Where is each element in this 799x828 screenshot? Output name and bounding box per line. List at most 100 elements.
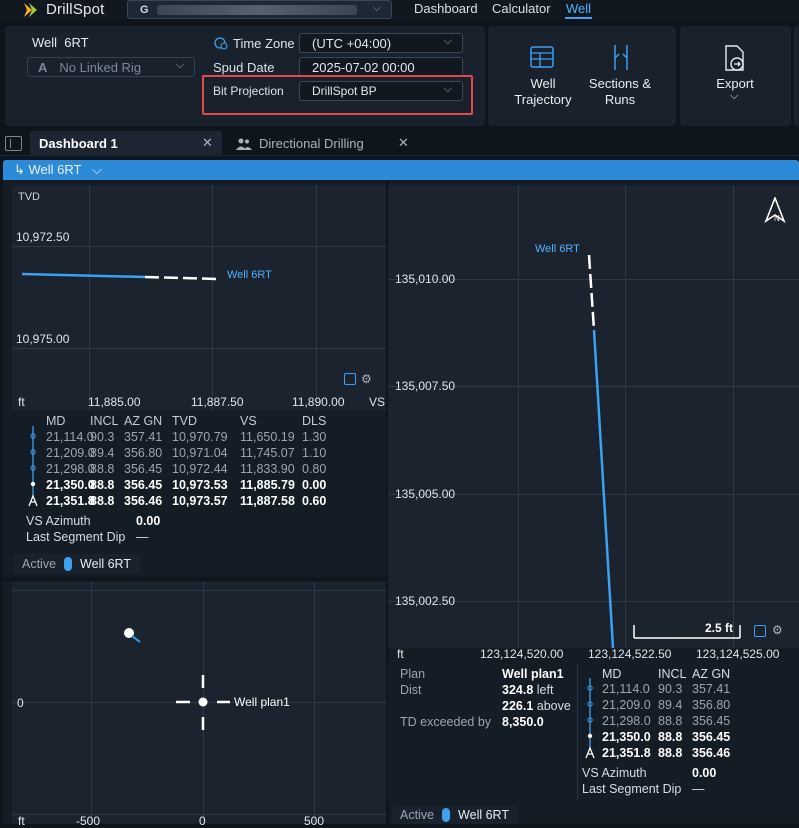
table-cell: 10,973.57 <box>172 494 228 508</box>
spud-date-input[interactable]: 2025-07-02 00:00 <box>299 57 463 77</box>
extra-card-edge <box>794 26 799 126</box>
y-tick: 0 <box>17 696 24 710</box>
y-tick: 135,002.50 <box>395 594 456 608</box>
table-cell: 1.10 <box>302 446 327 460</box>
close-icon[interactable]: ✕ <box>202 135 213 151</box>
panel-divider[interactable] <box>3 577 386 581</box>
globe-clock-icon <box>214 37 228 50</box>
table-row: 21,350.0 88.8 356.45 <box>602 729 730 745</box>
table-cell: 21,114.0 <box>602 682 650 696</box>
x-tick: 123,124,525.00 <box>696 647 780 661</box>
table-cell: 0.80 <box>302 462 327 476</box>
table-cell: 10,972.44 <box>172 462 228 476</box>
nav-active-indicator <box>565 17 592 19</box>
table-cell: 0.00 <box>302 478 327 492</box>
table-cell: 21,350.0 <box>602 730 651 744</box>
chevron-down-icon: ⌵ <box>175 59 184 71</box>
well-trajectory-button[interactable]: Well Trajectory <box>508 44 578 108</box>
y-tick: 10,975.00 <box>16 332 70 346</box>
well-name: 6RT <box>64 35 89 50</box>
table-cell: 90.3 <box>90 430 115 444</box>
table-cell: 21,209.0 <box>602 698 651 712</box>
td-exceeded-value: 8,350.0 <box>502 715 544 729</box>
linked-rig-select[interactable]: A No Linked Rig ⌵ <box>27 57 195 77</box>
x-tick: 11,890.00 <box>292 395 345 409</box>
well-title: Well 6RT <box>32 35 89 50</box>
y-tick: 135,007.50 <box>395 379 456 393</box>
table-cell: 21,351.8 <box>46 494 95 508</box>
scale-label: 2.5 ft <box>705 621 734 635</box>
well-selector-bar[interactable]: ↳ Well 6RT ⌵ <box>3 160 799 180</box>
active-label: Active <box>400 808 435 822</box>
table-cell: 21,114.0 <box>46 430 94 444</box>
survey-rows-left: 21,114.090.3 357.41 10,970.79 11,650.19 1.30… <box>46 429 326 509</box>
export-button[interactable]: Export ⌵ <box>700 44 770 108</box>
table-cell: 1.30 <box>302 430 327 444</box>
spud-date-label: Spud Date <box>213 60 275 75</box>
chart-settings-icon[interactable] <box>754 625 766 637</box>
app-name: DrillSpot <box>46 1 105 18</box>
sidebar-toggle-icon[interactable] <box>5 136 22 151</box>
x-tick: 123,124,522.50 <box>588 647 672 661</box>
chevron-down-icon: ⌵ <box>730 90 739 102</box>
table-cell: 11,650.19 <box>240 430 295 444</box>
anti-collision-plot[interactable]: Well plan1 0 ft -500 0 500 <box>12 582 386 828</box>
gear-icon[interactable]: ⚙ <box>361 372 372 386</box>
survey-path-icon <box>28 426 38 507</box>
x-unit-label: ft <box>397 647 404 661</box>
tvd-vs-plot[interactable]: TVD 10,972.50 10,975.00 Well 6RT ft 11,8… <box>12 185 386 410</box>
projection-line <box>587 254 596 331</box>
table-cell: 11,885.79 <box>240 478 295 492</box>
vs-azimuth-value: 0.00 <box>692 766 717 780</box>
x-tick: 11,885.00 <box>88 395 141 409</box>
table-cell: 356.45 <box>124 462 163 476</box>
app-logo[interactable]: DrillSpot <box>24 0 104 19</box>
table-row: 21,351.888.8 356.46 10,973.57 11,887.58 0.60 <box>46 493 326 509</box>
active-well-chip-left[interactable]: Active Well 6RT <box>14 554 140 574</box>
tvd-trajectory-chart <box>21 272 219 281</box>
active-well-name: Well 6RT <box>80 557 131 571</box>
close-icon[interactable]: ✕ <box>398 135 409 151</box>
active-well-chip-right[interactable]: Active Well 6RT <box>392 806 518 824</box>
last-segment-dip-label: Last Segment Dip <box>582 782 682 796</box>
vs-azimuth-label: VS Azimuth <box>582 766 647 780</box>
nav-well[interactable]: Well <box>566 1 591 16</box>
table-cell: 356.80 <box>124 446 163 460</box>
sections-runs-button[interactable]: Sections & Runs <box>584 44 656 108</box>
y-tick: 10,972.50 <box>16 230 70 244</box>
dist-left: 324.8 left <box>502 683 554 697</box>
table-cell: 356.46 <box>692 746 731 760</box>
export-file-icon <box>725 45 744 71</box>
chevron-down-icon: ⌵ <box>372 2 381 14</box>
sections-runs-label: Sections & Runs <box>588 76 652 107</box>
survey-path-icon <box>585 678 595 759</box>
chart-settings-icon[interactable] <box>344 373 356 385</box>
nav-calculator[interactable]: Calculator <box>492 1 551 16</box>
table-cell: 356.45 <box>692 714 731 728</box>
last-segment-dip-label: Last Segment Dip <box>26 530 126 544</box>
td-exceeded-label: TD exceeded by <box>400 715 492 729</box>
tab-directional-drilling[interactable]: Directional Drilling ✕ <box>228 131 418 156</box>
time-zone-select[interactable]: (UTC +04:00) ⌵ <box>299 33 463 53</box>
table-cell: 0.60 <box>302 494 327 508</box>
last-segment-dip-value: — <box>692 782 705 796</box>
x-tick: 123,124,520.00 <box>480 647 564 661</box>
table-cell: 88.8 <box>658 746 683 760</box>
nav-dashboard[interactable]: Dashboard <box>414 1 478 16</box>
well-direction-marker <box>131 635 141 643</box>
table-row: 21,298.088.8 356.45 10,972.44 11,833.90 0.80 <box>46 461 326 477</box>
well-trajectory-label: Well Trajectory <box>514 76 572 107</box>
table-row: 21,114.090.3 357.41 10,970.79 11,650.19 1.30 <box>46 429 326 445</box>
trajectory-line <box>592 329 615 648</box>
table-cell: 356.80 <box>692 698 731 712</box>
table-cell: 357.41 <box>692 682 731 696</box>
plan-view-plot[interactable]: Well 6RT 135,010.00 135,007.50 135,005.0… <box>388 185 799 648</box>
account-prefix: G <box>140 3 149 16</box>
tab-dashboard-1[interactable]: Dashboard 1 ✕ <box>30 131 222 156</box>
last-segment-dip-value: — <box>136 530 149 544</box>
x-unit-label: ft <box>18 395 25 409</box>
tab-label: Directional Drilling <box>259 136 364 151</box>
gear-icon[interactable]: ⚙ <box>772 623 783 637</box>
account-selector[interactable]: G ⌵ <box>127 0 392 19</box>
table-row: 21,114.0 90.3 357.41 <box>602 681 730 697</box>
